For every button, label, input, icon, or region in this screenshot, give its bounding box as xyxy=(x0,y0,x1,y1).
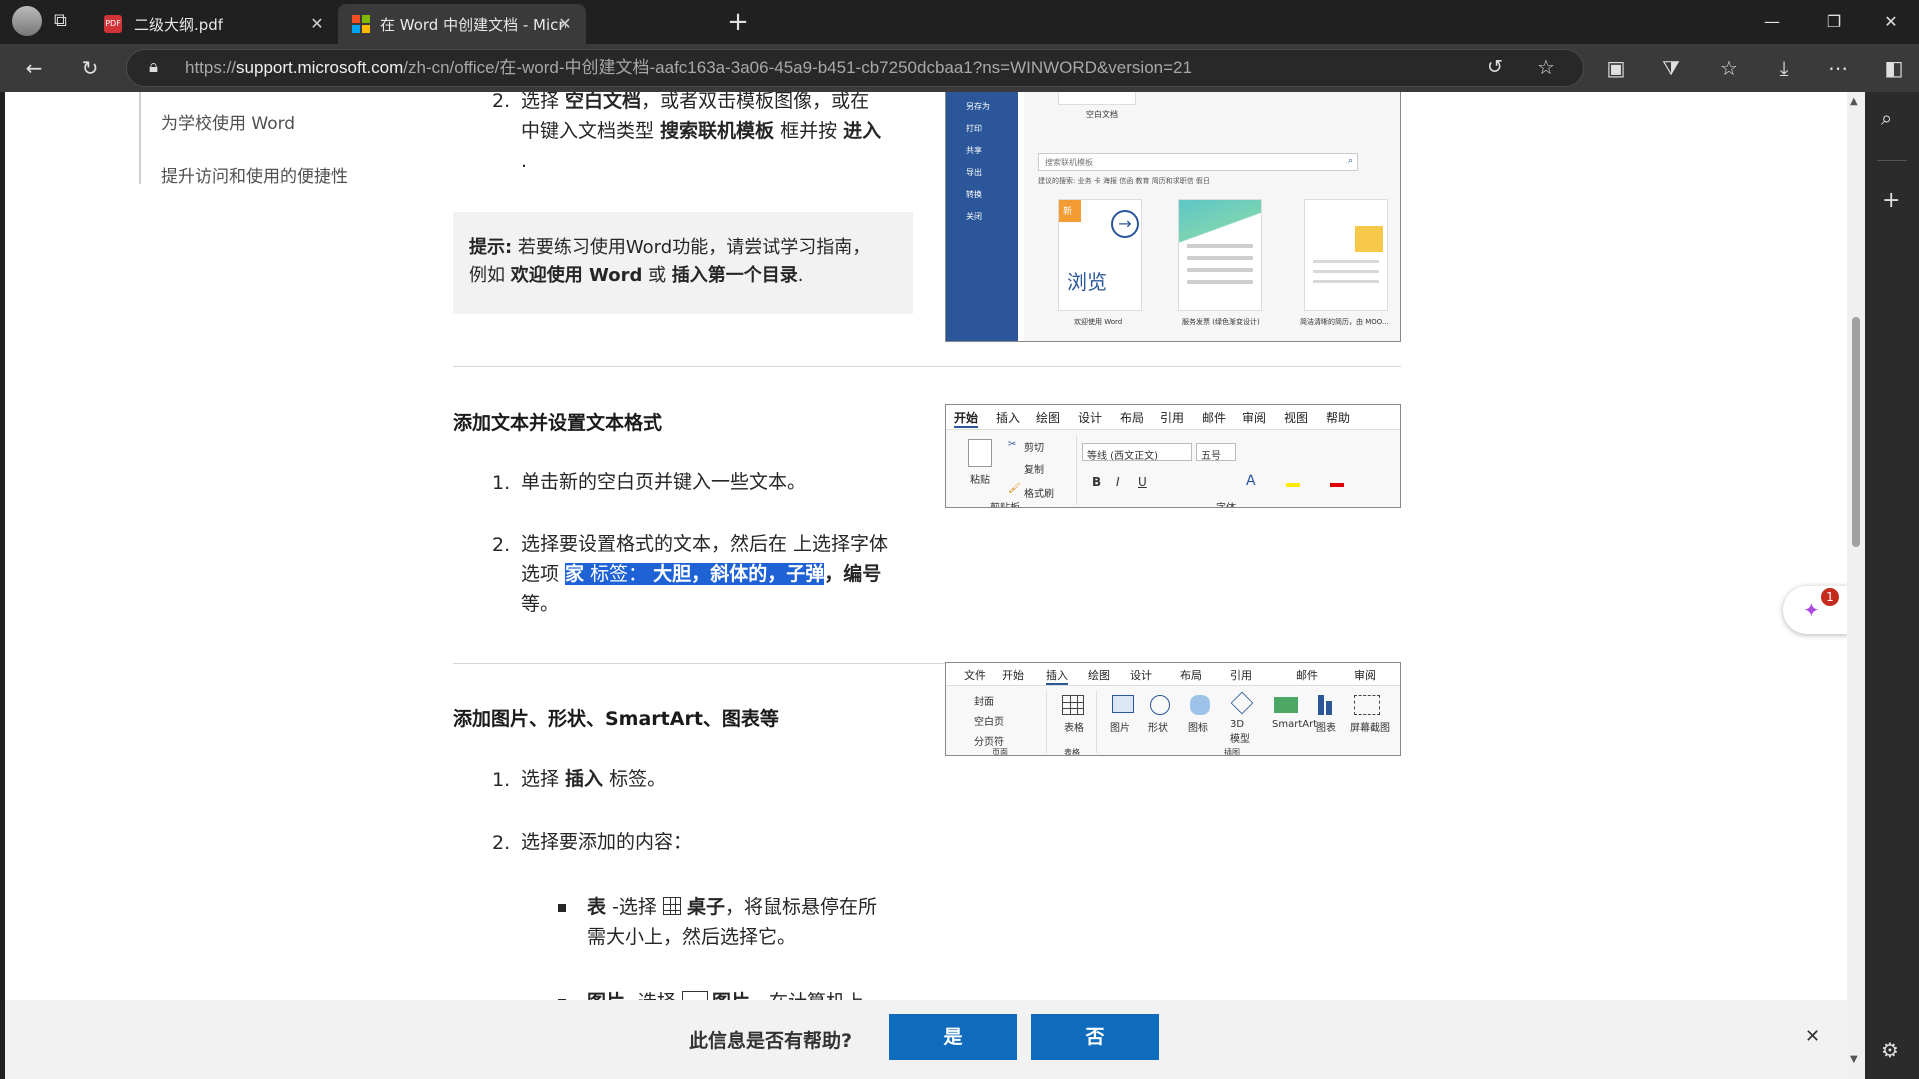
feedback-yes-button[interactable]: 是 xyxy=(889,1014,1017,1060)
step-number: 1. xyxy=(492,472,511,494)
screenshot-insert-ribbon: 文件 开始 插入 绘图 设计 布局 引用 邮件 审阅 封面 空白页 分页符 页面… xyxy=(945,662,1401,756)
step-number: 2. xyxy=(492,832,511,854)
step-number: 2. xyxy=(492,534,511,556)
template-search-input[interactable]: 搜索联机模板 ⌕ xyxy=(1038,153,1358,171)
pdf-icon: PDF xyxy=(104,15,122,33)
backstage-sidebar: 另存为 打印 共享 导出 转换 关闭 xyxy=(946,92,1018,341)
scroll-up-icon[interactable]: ▲ xyxy=(1850,96,1858,107)
feedback-question: 此信息是否有帮助? xyxy=(689,1030,853,1052)
add-sidebar-app-icon[interactable]: + xyxy=(1882,188,1900,213)
section-heading-insert: 添加图片、形状、SmartArt、图表等 xyxy=(453,708,779,730)
profile-avatar[interactable] xyxy=(12,6,42,36)
search-icon[interactable]: ⌕ xyxy=(1881,106,1892,130)
minimize-button[interactable]: — xyxy=(1744,0,1800,44)
tab-title: 二级大纲.pdf xyxy=(134,15,224,34)
table-icon xyxy=(662,897,681,915)
blank-document-thumb[interactable] xyxy=(1058,92,1136,105)
template-card-invoice[interactable] xyxy=(1178,199,1262,311)
scroll-down-icon[interactable]: ▼ xyxy=(1850,1054,1858,1065)
favorites-icon[interactable]: ☆ xyxy=(1713,54,1745,82)
url-text[interactable]: https://support.microsoft.com/zh-cn/offi… xyxy=(185,50,1192,86)
paste-icon xyxy=(968,439,992,467)
screenshot-new-document: 另存为 打印 共享 导出 转换 关闭 空白文档 搜索联机模板 ⌕ 建议的搜索: … xyxy=(945,92,1401,342)
new-tab-button[interactable]: + xyxy=(720,2,756,42)
microsoft-logo-icon xyxy=(352,15,370,33)
link-insert-toc[interactable]: 插入第一个目录 xyxy=(672,265,798,286)
sidebar-toggle-icon[interactable]: ◧ xyxy=(1878,54,1910,82)
insert-table-icon xyxy=(1062,695,1084,715)
web-page: 为学校使用 Word 提升访问和使用的便捷性 2. 选择 空白文档，或者双击模板… xyxy=(5,92,1847,1079)
workspaces-icon[interactable]: ⧉ xyxy=(54,10,78,34)
scissors-icon: ✂ xyxy=(1008,439,1017,450)
tab-pdf[interactable]: PDF 二级大纲.pdf ✕ xyxy=(90,4,338,44)
format-painter-icon: 🖌︎ xyxy=(1008,483,1021,494)
downloads-icon[interactable]: ⤓ xyxy=(1768,54,1800,82)
link-welcome-word[interactable]: 欢迎使用 Word xyxy=(511,265,643,286)
refresh-icon[interactable]: ↻ xyxy=(74,54,106,82)
tab-title: 在 Word 中创建文档 - Microsoft 3 xyxy=(380,15,566,34)
copilot-floating-button[interactable]: ✦ 1 xyxy=(1783,586,1847,634)
close-tab-icon[interactable]: ✕ xyxy=(554,13,576,35)
template-card-resume[interactable] xyxy=(1304,199,1388,311)
font-name-select[interactable]: 等线 (西文正文) xyxy=(1082,443,1192,462)
step-number: 1. xyxy=(492,769,511,791)
step-text: 单击新的空白页并键入一些文本。 xyxy=(521,471,807,493)
font-size-select[interactable]: 五号 xyxy=(1196,443,1236,462)
step-text: 选择 空白文档，或者双击模板图像，或在 中键入文档类型 搜索联机模板 框并按 进… xyxy=(521,92,882,172)
step-text: 选择要设置格式的文本，然后在 上选择字体 选项 家 标签： 大胆，斜体的，子弹，… xyxy=(521,533,889,615)
edge-sidebar: ⌕ + ⚙ xyxy=(1865,92,1919,1079)
feedback-bar: 此信息是否有帮助? 是 否 ✕ xyxy=(5,1000,1847,1079)
arrow-circle-icon: → xyxy=(1111,210,1139,238)
navigation-bar: ← ↻ 🔒︎ https://support.microsoft.com/zh-… xyxy=(0,44,1919,92)
restore-button[interactable]: ❐ xyxy=(1806,0,1862,44)
section-divider xyxy=(453,366,1401,367)
toc-item-accessibility[interactable]: 提升访问和使用的便捷性 xyxy=(161,162,348,187)
lightbulb-icon: ✦ xyxy=(1803,598,1820,622)
section-heading-text: 添加文本并设置文本格式 xyxy=(453,412,663,434)
scroll-thumb[interactable] xyxy=(1852,317,1860,547)
tab-word-article[interactable]: 在 Word 中创建文档 - Microsoft 3 ✕ xyxy=(338,4,586,44)
toc-item-school[interactable]: 为学校使用 Word xyxy=(161,109,295,134)
close-feedback-icon[interactable]: ✕ xyxy=(1805,1026,1820,1047)
title-bar: ⧉ PDF 二级大纲.pdf ✕ 在 Word 中创建文档 - Microsof… xyxy=(0,0,1919,44)
toc-border xyxy=(139,92,141,184)
close-tab-icon[interactable]: ✕ xyxy=(306,13,328,35)
search-icon: ⌕ xyxy=(1347,156,1353,166)
screenshot-home-ribbon: 开始 插入 绘图 设计 布局 引用 邮件 审阅 视图 帮助 粘贴 ✂ 剪切 复制… xyxy=(945,404,1401,508)
browser-essentials-icon[interactable]: ▣ xyxy=(1600,54,1632,82)
bullet-text: 表 -选择 桌子，将鼠标悬停在所 需大小上，然后选择它。 xyxy=(587,896,877,948)
template-card-welcome[interactable]: 新 → 浏览 xyxy=(1058,199,1142,311)
favorite-star-icon[interactable]: ☆ xyxy=(1537,55,1555,79)
extensions-icon[interactable]: ⧩ xyxy=(1655,54,1687,82)
more-menu-icon[interactable]: ⋯ xyxy=(1822,54,1854,82)
feedback-no-button[interactable]: 否 xyxy=(1031,1014,1159,1060)
step-number: 2. xyxy=(492,92,511,112)
bullet-marker xyxy=(558,904,566,912)
tip-box: 提示: 若要练习使用Word功能，请尝试学习指南， 例如 欢迎使用 Word 或… xyxy=(453,212,913,314)
address-bar[interactable]: 🔒︎ https://support.microsoft.com/zh-cn/o… xyxy=(126,49,1584,87)
step-text: 选择 插入 标签。 xyxy=(521,768,667,790)
back-icon[interactable]: ← xyxy=(18,54,50,82)
page-scrollbar[interactable]: ▲ ▼ xyxy=(1847,92,1865,1079)
close-window-button[interactable]: ✕ xyxy=(1863,0,1919,44)
settings-gear-icon[interactable]: ⚙ xyxy=(1881,1038,1899,1062)
notification-badge: 1 xyxy=(1821,588,1839,606)
tip-text: 提示: 若要练习使用Word功能，请尝试学习指南， 例如 欢迎使用 Word 或… xyxy=(469,237,871,286)
lock-icon[interactable]: 🔒︎ xyxy=(149,57,158,77)
step-text: 选择要添加的内容： xyxy=(521,831,693,853)
read-aloud-icon[interactable]: ↺ xyxy=(1487,56,1503,78)
